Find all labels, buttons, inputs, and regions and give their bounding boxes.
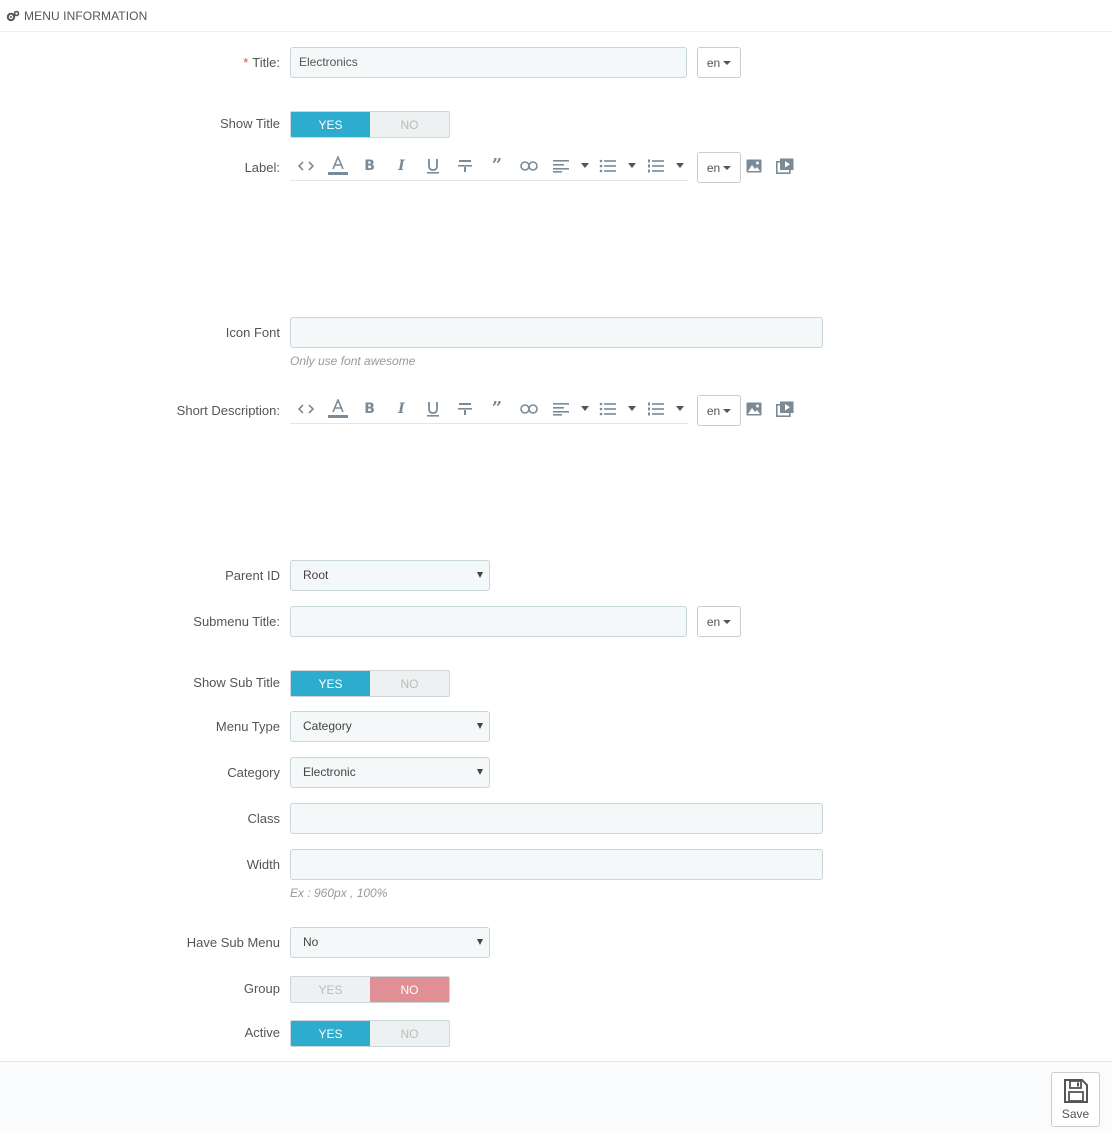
active-label: Active xyxy=(244,1025,280,1040)
select-arrow-icon xyxy=(477,572,483,578)
show-sub-title-no[interactable]: NO xyxy=(370,671,449,696)
underline-icon[interactable] xyxy=(417,151,449,181)
panel-heading: MENU INFORMATION xyxy=(0,0,1112,32)
select-arrow-icon xyxy=(477,939,483,945)
short-description-lang-button[interactable]: en xyxy=(697,395,741,426)
align-icon[interactable] xyxy=(545,151,577,181)
italic-icon[interactable]: I xyxy=(386,394,418,424)
caret-down-icon xyxy=(723,165,732,170)
group-switch[interactable]: YES NO xyxy=(290,976,450,1003)
ul-dropdown-caret-icon[interactable] xyxy=(624,394,640,424)
group-label: Group xyxy=(243,981,280,996)
show-sub-title-switch[interactable]: YES NO xyxy=(290,670,450,697)
font-color-icon[interactable] xyxy=(322,394,354,424)
icon-font-label: Icon Font xyxy=(225,325,280,340)
short-description-editor-toolbar: B I ” xyxy=(290,394,688,424)
show-title-yes[interactable]: YES xyxy=(291,112,370,137)
title-input[interactable]: Electronics xyxy=(290,47,687,78)
caret-down-icon xyxy=(723,60,732,65)
strikethrough-icon[interactable] xyxy=(449,394,481,424)
active-switch[interactable]: YES NO xyxy=(290,1020,450,1047)
parent-id-select[interactable]: Root xyxy=(290,560,490,591)
save-label: Save xyxy=(1061,1107,1090,1121)
parent-id-label: Parent ID xyxy=(225,568,280,583)
cogs-icon xyxy=(6,10,20,22)
image-icon[interactable] xyxy=(743,155,765,177)
ordered-list-icon[interactable] xyxy=(640,151,672,181)
save-button[interactable]: Save xyxy=(1051,1072,1100,1127)
menu-type-select[interactable]: Category xyxy=(290,711,490,742)
align-dropdown-caret-icon[interactable] xyxy=(577,394,593,424)
select-arrow-icon xyxy=(477,723,483,729)
show-title-switch[interactable]: YES NO xyxy=(290,111,450,138)
caret-down-icon xyxy=(723,619,732,624)
label-editor-toolbar: B I ” xyxy=(290,151,688,181)
video-icon[interactable] xyxy=(774,155,796,177)
caret-down-icon xyxy=(723,408,732,413)
label-label: Label: xyxy=(244,160,280,175)
image-icon[interactable] xyxy=(743,398,765,420)
submenu-title-input[interactable] xyxy=(290,606,687,637)
icon-font-input[interactable] xyxy=(290,317,823,348)
bold-icon[interactable]: B xyxy=(354,151,386,181)
menu-type-label: Menu Type xyxy=(215,719,280,734)
unordered-list-icon[interactable] xyxy=(593,151,625,181)
video-icon[interactable] xyxy=(774,398,796,420)
label-lang-button[interactable]: en xyxy=(697,152,741,183)
ul-dropdown-caret-icon[interactable] xyxy=(624,151,640,181)
ol-dropdown-caret-icon[interactable] xyxy=(672,151,688,181)
ordered-list-icon[interactable] xyxy=(640,394,672,424)
ol-dropdown-caret-icon[interactable] xyxy=(672,394,688,424)
width-help: Ex : 960px , 100% xyxy=(290,886,388,900)
link-icon[interactable] xyxy=(513,394,545,424)
show-sub-title-yes[interactable]: YES xyxy=(291,671,370,696)
category-select[interactable]: Electronic xyxy=(290,757,490,788)
width-label: Width xyxy=(246,857,280,872)
show-sub-title-label: Show Sub Title xyxy=(193,675,280,690)
floppy-disk-icon xyxy=(1063,1079,1088,1103)
submenu-title-label: Submenu Title: xyxy=(193,614,280,629)
select-arrow-icon xyxy=(477,769,483,775)
active-yes[interactable]: YES xyxy=(291,1021,370,1046)
submenu-title-lang-button[interactable]: en xyxy=(697,606,741,637)
unordered-list-icon[interactable] xyxy=(593,394,625,424)
width-input[interactable] xyxy=(290,849,823,880)
have-sub-menu-label: Have Sub Menu xyxy=(186,935,280,950)
underline-icon[interactable] xyxy=(417,394,449,424)
title-lang-button[interactable]: en xyxy=(697,47,741,78)
panel-footer xyxy=(0,1061,1112,1132)
class-label: Class xyxy=(247,811,280,826)
show-title-no[interactable]: NO xyxy=(370,112,449,137)
quote-icon[interactable]: ” xyxy=(481,394,513,424)
have-sub-menu-select[interactable]: No xyxy=(290,927,490,958)
quote-icon[interactable]: ” xyxy=(481,151,513,181)
panel-title: MENU INFORMATION xyxy=(24,8,148,23)
short-description-label: Short Description: xyxy=(176,403,280,418)
active-no[interactable]: NO xyxy=(370,1021,449,1046)
group-yes[interactable]: YES xyxy=(291,977,370,1002)
code-view-icon[interactable] xyxy=(290,394,322,424)
bold-icon[interactable]: B xyxy=(354,394,386,424)
icon-font-help: Only use font awesome xyxy=(290,354,416,368)
link-icon[interactable] xyxy=(513,151,545,181)
strikethrough-icon[interactable] xyxy=(449,151,481,181)
align-icon[interactable] xyxy=(545,394,577,424)
title-label: * Title: xyxy=(243,55,280,70)
align-dropdown-caret-icon[interactable] xyxy=(577,151,593,181)
class-input[interactable] xyxy=(290,803,823,834)
category-label: Category xyxy=(227,765,280,780)
group-no[interactable]: NO xyxy=(370,977,449,1002)
font-color-icon[interactable] xyxy=(322,151,354,181)
italic-icon[interactable]: I xyxy=(386,151,418,181)
code-view-icon[interactable] xyxy=(290,151,322,181)
show-title-label: Show Title xyxy=(220,116,280,131)
